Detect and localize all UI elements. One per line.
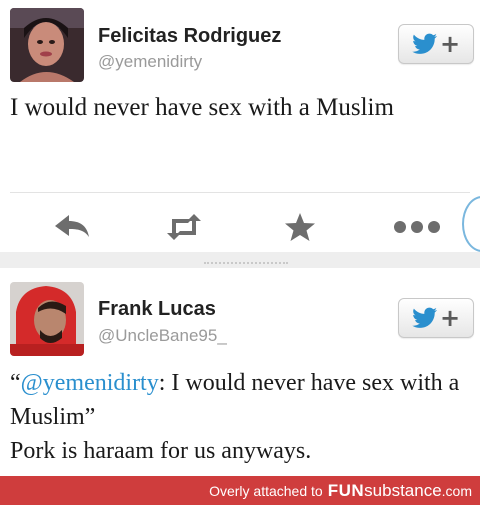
brand-substance: substance xyxy=(364,480,442,500)
twitter-bird-icon xyxy=(412,33,437,54)
tweet-actions xyxy=(0,200,480,250)
separator-dots xyxy=(204,262,288,265)
follow-plus-label: + xyxy=(439,304,461,332)
brand-com: .com xyxy=(441,482,472,499)
user-handle[interactable]: @UncleBane95_ xyxy=(98,326,227,346)
display-name[interactable]: Frank Lucas xyxy=(98,298,216,321)
tweet-text: “@yemenidirty: I would never have sex wi… xyxy=(10,366,472,468)
follow-plus-label: + xyxy=(439,30,461,58)
follow-button[interactable]: + xyxy=(398,24,474,64)
tweet-card-2: Frank Lucas @UncleBane95_ + “@yemenidirt… xyxy=(0,268,480,476)
brand-fun: FUN xyxy=(327,480,365,500)
tweet-separator xyxy=(0,252,480,268)
follow-button[interactable]: + xyxy=(398,298,474,338)
tweet-card-1: Felicitas Rodriguez @yemenidirty + I wou… xyxy=(0,0,480,252)
retweet-icon[interactable] xyxy=(164,212,204,242)
mention-link[interactable]: @yemenidirty xyxy=(21,370,159,396)
watermark-footer: Overly attached to FUN substance .com xyxy=(0,476,480,505)
avatar[interactable] xyxy=(10,8,84,82)
twitter-bird-icon xyxy=(412,307,437,328)
footer-credit: Overly attached to xyxy=(209,482,323,499)
reply-icon[interactable] xyxy=(52,212,92,242)
divider xyxy=(10,192,470,193)
tweet-text: I would never have sex with a Muslim xyxy=(10,94,394,121)
favorite-icon[interactable] xyxy=(280,212,320,242)
display-name[interactable]: Felicitas Rodriguez xyxy=(98,25,281,48)
reply-text: Pork is haraam for us anyways. xyxy=(10,438,312,464)
quote-open: “ xyxy=(10,370,21,396)
more-icon[interactable] xyxy=(392,212,442,242)
user-handle[interactable]: @yemenidirty xyxy=(98,52,202,72)
avatar[interactable] xyxy=(10,282,84,356)
